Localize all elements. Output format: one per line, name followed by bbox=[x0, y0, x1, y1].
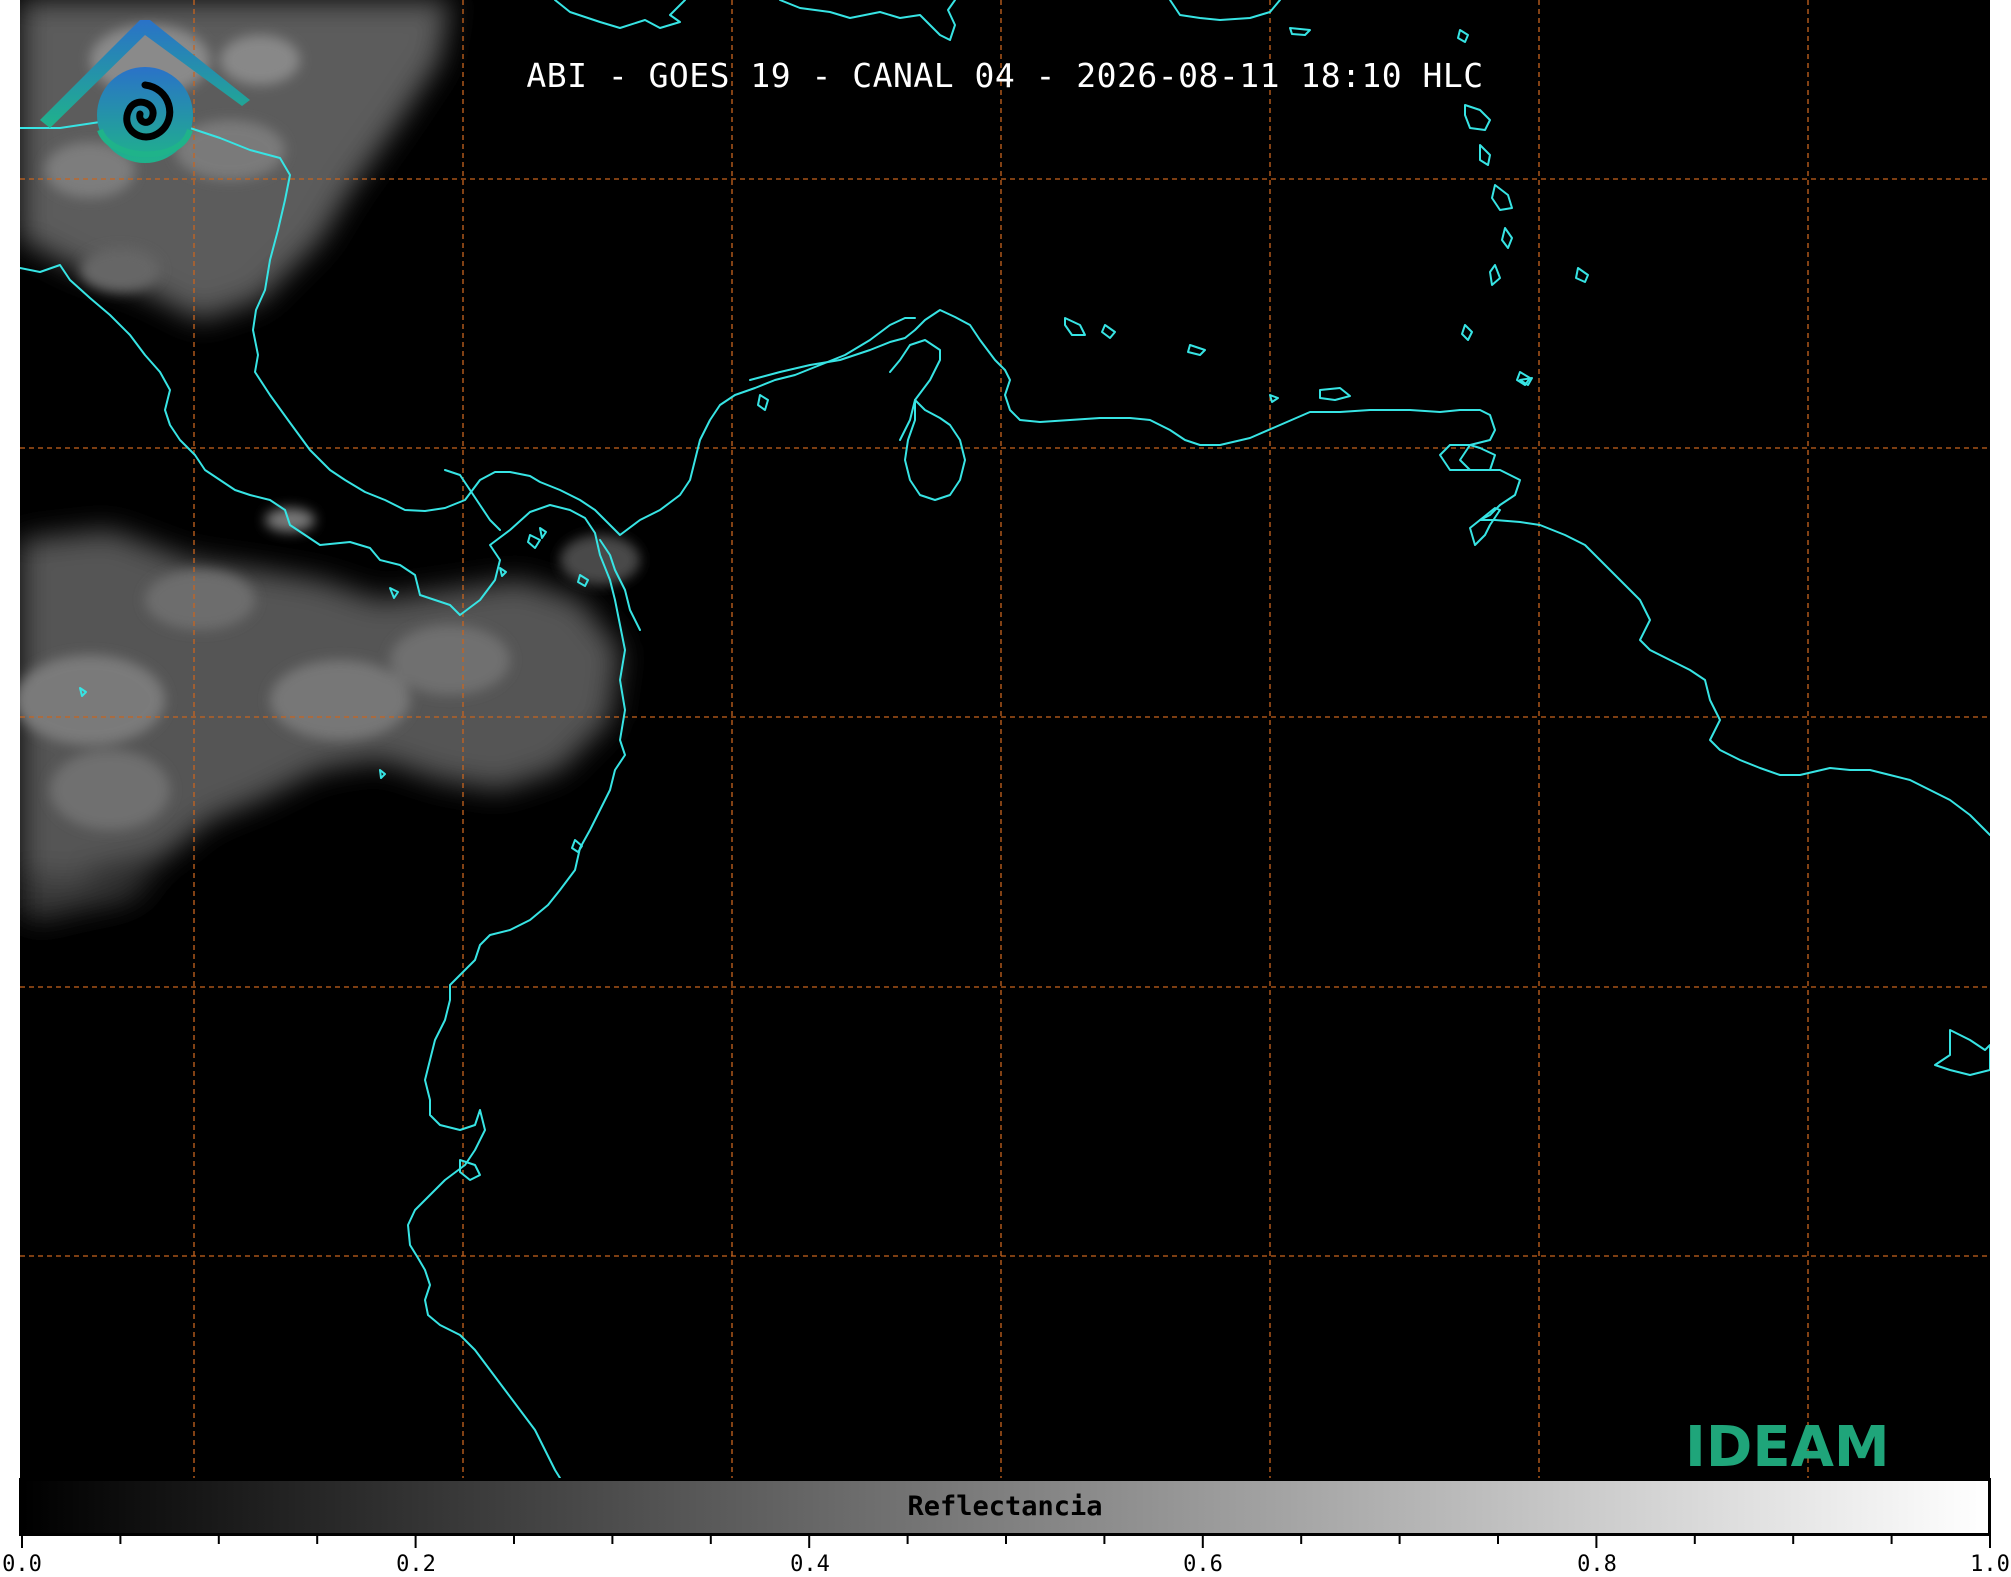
coast-greater-antilles bbox=[554, 0, 686, 29]
coast-venezuela-islands bbox=[1459, 444, 1496, 471]
coast-puerto-rico bbox=[1289, 27, 1311, 36]
coast-isla-tortuga bbox=[1269, 394, 1279, 403]
coast-hispaniola bbox=[1169, 0, 1281, 21]
coast-abc-islands-2 bbox=[1101, 324, 1116, 339]
coast-pearl-islands bbox=[527, 534, 541, 549]
coast-lesser-antilles-3 bbox=[1479, 144, 1491, 166]
coast-pearl-islands-2 bbox=[539, 527, 547, 539]
coast-pacific-central-america bbox=[20, 264, 626, 1478]
coast-small-islets-2 bbox=[379, 769, 386, 779]
coast-margarita bbox=[1319, 387, 1351, 401]
image-title: ABI - GOES 19 - CANAL 04 - 2026-08-11 18… bbox=[526, 56, 1484, 95]
colorbar: Reflectancia bbox=[19, 1478, 1991, 1536]
coast-guajira bbox=[889, 339, 941, 441]
coast-maracaibo bbox=[904, 399, 966, 501]
colorbar-label: Reflectancia bbox=[907, 1491, 1103, 1522]
colorbar-tick-marks bbox=[21, 1536, 1991, 1548]
tick-label: 1.0 bbox=[1970, 1552, 2010, 1577]
colorbar-ticks: 0.0 0.2 0.4 0.6 0.8 1.0 bbox=[0, 1536, 2011, 1577]
cloud-southwest-fringe bbox=[20, 870, 160, 920]
coast-barbados bbox=[1575, 267, 1589, 283]
coast-lesser-antilles-2 bbox=[1464, 104, 1491, 131]
coast-lesser-antilles-5 bbox=[1501, 227, 1513, 249]
tick-label: 0.2 bbox=[396, 1552, 436, 1577]
coast-trinidad bbox=[1469, 507, 1501, 546]
coast-lesser-antilles-4 bbox=[1491, 184, 1513, 211]
coast-san-andres bbox=[757, 394, 769, 411]
tick-label: 0.4 bbox=[790, 1552, 830, 1577]
coast-lesser-antilles-7 bbox=[1461, 324, 1473, 341]
coast-small-islets-3 bbox=[499, 567, 507, 577]
coast-lesser-antilles-6 bbox=[1489, 264, 1501, 286]
coast-colombia-north bbox=[749, 309, 1496, 446]
map-canvas bbox=[20, 0, 1990, 1478]
satellite-image: ABI - GOES 19 - CANAL 04 - 2026-08-11 18… bbox=[20, 0, 1990, 1478]
logo-text: IDEAM bbox=[1685, 1415, 1890, 1478]
tick-label: 0.0 bbox=[2, 1552, 42, 1577]
coast-galapagos-east bbox=[1934, 1029, 1990, 1076]
coast-malpelo bbox=[389, 587, 399, 599]
coast-jamaica bbox=[779, 0, 956, 41]
tick-label: 0.8 bbox=[1577, 1552, 1617, 1577]
coast-inner-panama bbox=[444, 469, 501, 531]
coast-abc-islands-3 bbox=[1187, 344, 1206, 356]
tick-label: 0.6 bbox=[1183, 1552, 1223, 1577]
coast-lesser-antilles-1 bbox=[1457, 29, 1469, 43]
coast-abc-islands-1 bbox=[1064, 317, 1086, 336]
mountain-spiral-icon bbox=[40, 20, 250, 163]
coast-venezuela-east bbox=[1439, 444, 1990, 836]
